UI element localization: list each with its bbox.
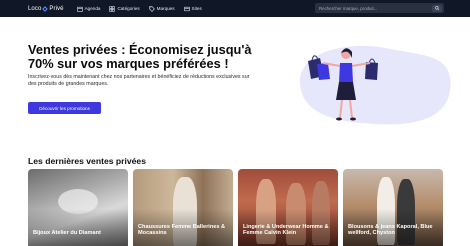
shopping-woman-illustration <box>300 45 451 125</box>
diamond-icon <box>42 5 49 12</box>
sale-card-title: Lingerie & Underwear Homme & Femme Calvi… <box>243 223 329 237</box>
grid-icon <box>109 5 116 12</box>
nav-links: Agenda Catégories Marques Sites <box>76 5 202 12</box>
sale-card-bijoux[interactable]: Bijoux Atelier du Diamant <box>28 169 128 246</box>
nav-item-label: Catégories <box>117 6 140 11</box>
nav-item-label: Agenda <box>84 6 101 11</box>
nav-item-label: Marques <box>156 6 175 11</box>
sale-card-title: Chaussures Femme Ballerines & Mocassins <box>138 223 226 237</box>
shopping-bag-left-2 <box>317 63 330 80</box>
search-bar <box>315 3 444 13</box>
sale-card-title: Bijoux Atelier du Diamant <box>33 230 101 237</box>
nav-item-marques[interactable]: Marques <box>148 5 175 12</box>
top-navbar: Loco Privé Agenda Catégories Marques Sit… <box>0 0 470 17</box>
hero-subtitle: Inscrivez-vous dès maintenant chez nos p… <box>28 74 250 87</box>
search-button[interactable] <box>432 4 442 12</box>
logo-text-left: Loco <box>28 5 42 12</box>
sale-card-blousons[interactable]: Blousons & jeans Kaporal, Blue wellford,… <box>343 169 443 246</box>
hero-title: Ventes privées : Économisez jusqu'à 70% … <box>28 42 252 72</box>
search-input[interactable] <box>315 5 427 11</box>
discover-promotions-button[interactable]: Découvrir les promotions <box>28 102 101 114</box>
nav-item-categories[interactable]: Catégories <box>109 5 140 12</box>
nav-item-agenda[interactable]: Agenda <box>76 6 101 12</box>
sale-card-title: Blousons & jeans Kaporal, Blue wellford,… <box>348 223 433 237</box>
nav-item-label: Sites <box>191 6 202 11</box>
logo-text-right: Privé <box>49 5 64 12</box>
search-icon <box>434 5 440 11</box>
nav-item-sites[interactable]: Sites <box>183 6 202 12</box>
calendar-icon <box>76 6 83 12</box>
sales-card-list: Bijoux Atelier du Diamant Chaussures Fem… <box>28 169 443 246</box>
logo[interactable]: Loco Privé <box>28 6 64 12</box>
tag-icon <box>148 5 155 12</box>
sites-icon <box>183 6 190 11</box>
latest-sales-title: Les dernières ventes privées <box>28 156 146 166</box>
sale-card-lingerie[interactable]: Lingerie & Underwear Homme & Femme Calvi… <box>238 169 338 246</box>
sale-card-chaussures[interactable]: Chaussures Femme Ballerines & Mocassins <box>133 169 233 246</box>
